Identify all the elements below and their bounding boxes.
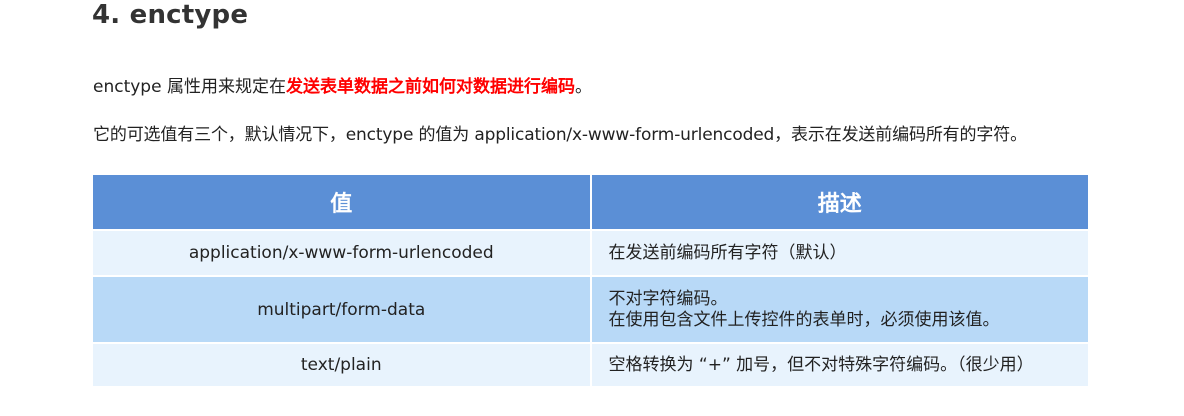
description-line: 在使用包含文件上传控件的表单时，必须使用该值。 bbox=[608, 309, 1000, 330]
description-line: 空格转换为 “+” 加号，但不对特殊字符编码。（很少用） bbox=[608, 354, 1034, 375]
value-cell: text/plain bbox=[93, 342, 592, 386]
description-line: 在发送前编码所有字符（默认） bbox=[608, 242, 847, 263]
default-value-paragraph: 它的可选值有三个，默认情况下，enctype 的值为 application/x… bbox=[93, 125, 1027, 145]
table-header-row: 值 描述 bbox=[93, 175, 1088, 230]
intro-suffix: 。 bbox=[574, 77, 592, 97]
value-cell: application/x-www-form-urlencoded bbox=[93, 229, 592, 276]
intro-paragraph: enctype 属性用来规定在发送表单数据之前如何对数据进行编码。 bbox=[93, 75, 592, 99]
intro-highlight: 发送表单数据之前如何对数据进行编码 bbox=[285, 77, 575, 97]
table-row: application/x-www-form-urlencoded 在发送前编码… bbox=[93, 229, 1088, 276]
header-description: 描述 bbox=[590, 175, 1088, 230]
description-cell: 空格转换为 “+” 加号，但不对特殊字符编码。（很少用） bbox=[590, 342, 1088, 386]
intro-prefix: enctype 属性用来规定在 bbox=[93, 77, 286, 97]
enctype-table: 值 描述 application/x-www-form-urlencoded 在… bbox=[93, 175, 1088, 386]
value-cell: multipart/form-data bbox=[93, 275, 592, 343]
table-row: multipart/form-data 不对字符编码。 在使用包含文件上传控件的… bbox=[93, 275, 1088, 343]
description-cell: 不对字符编码。 在使用包含文件上传控件的表单时，必须使用该值。 bbox=[590, 275, 1088, 343]
header-value: 值 bbox=[93, 175, 592, 230]
table-row: text/plain 空格转换为 “+” 加号，但不对特殊字符编码。（很少用） bbox=[93, 342, 1088, 386]
section-heading: 4. enctype bbox=[92, 0, 249, 30]
description-cell: 在发送前编码所有字符（默认） bbox=[590, 229, 1088, 276]
description-line: 不对字符编码。 bbox=[608, 288, 728, 309]
